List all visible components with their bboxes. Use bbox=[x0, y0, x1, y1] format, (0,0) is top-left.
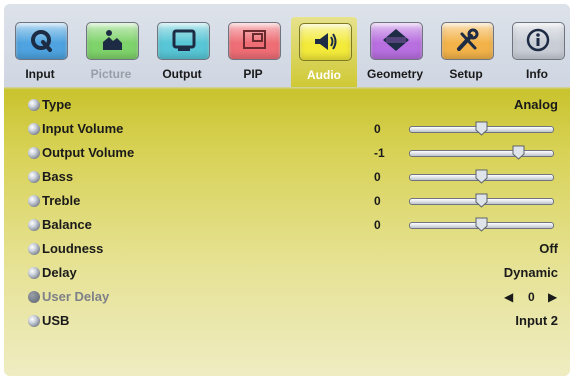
slider-track bbox=[409, 150, 554, 157]
tab-picture-label: Picture bbox=[90, 67, 132, 81]
tab-input[interactable]: Input bbox=[7, 16, 73, 84]
bullet-icon bbox=[28, 291, 40, 303]
tab-picture-box bbox=[86, 22, 139, 60]
setting-label: Output Volume bbox=[42, 145, 135, 160]
setting-treble[interactable]: Treble 0 bbox=[4, 190, 570, 212]
slider-thumb-icon[interactable] bbox=[475, 121, 488, 136]
setting-type[interactable]: Type Analog bbox=[4, 94, 570, 116]
bullet-icon bbox=[28, 195, 40, 207]
tab-pip-label: PIP bbox=[243, 67, 263, 81]
setting-label: User Delay bbox=[42, 289, 110, 304]
bullet-icon bbox=[28, 219, 40, 231]
picture-icon bbox=[103, 30, 122, 50]
setting-input-volume[interactable]: Input Volume 0 bbox=[4, 118, 570, 140]
output-icon bbox=[172, 29, 196, 51]
tab-info-label: Info bbox=[526, 67, 548, 81]
setting-output-volume[interactable]: Output Volume -1 bbox=[4, 142, 570, 164]
tab-audio-label: Audio bbox=[307, 68, 341, 82]
slider-thumb-icon[interactable] bbox=[475, 169, 488, 184]
tab-pip[interactable]: PIP bbox=[220, 16, 286, 84]
setting-label: Input Volume bbox=[42, 121, 124, 136]
menu-tab-bar: Input Picture Output PIP Audio Geometry … bbox=[4, 4, 570, 87]
stepper-value: 0 bbox=[528, 290, 535, 304]
setting-value: Input 2 bbox=[515, 313, 558, 328]
setting-label: Bass bbox=[42, 169, 74, 184]
tab-audio[interactable]: Audio bbox=[291, 17, 357, 87]
setting-label: Treble bbox=[42, 193, 81, 208]
setting-label: Type bbox=[42, 97, 72, 112]
setting-value: Analog bbox=[513, 97, 558, 112]
bullet-icon bbox=[28, 315, 40, 327]
audio-icon bbox=[315, 33, 337, 50]
info-icon bbox=[526, 28, 550, 52]
setting-number: -1 bbox=[374, 146, 385, 160]
tab-geometry-box bbox=[370, 22, 423, 60]
tab-info[interactable]: Info bbox=[504, 16, 570, 84]
pip-icon bbox=[243, 30, 266, 49]
tab-setup-box bbox=[441, 22, 494, 60]
tab-setup-label: Setup bbox=[449, 67, 483, 81]
setting-bass[interactable]: Bass 0 bbox=[4, 166, 570, 188]
decrement-arrow-icon[interactable]: ◀ bbox=[504, 290, 513, 304]
setting-delay[interactable]: Delay Dynamic bbox=[4, 262, 570, 284]
treble-slider[interactable] bbox=[409, 193, 554, 208]
setting-number: 0 bbox=[374, 122, 381, 136]
setting-label: USB bbox=[42, 313, 70, 328]
tab-output[interactable]: Output bbox=[149, 16, 215, 84]
setting-label: Delay bbox=[42, 265, 77, 280]
tab-input-label: Input bbox=[25, 67, 55, 81]
increment-arrow-icon[interactable]: ▶ bbox=[548, 290, 557, 304]
output-volume-slider[interactable] bbox=[409, 145, 554, 160]
input-volume-slider[interactable] bbox=[409, 121, 554, 136]
slider-thumb-icon[interactable] bbox=[475, 193, 488, 208]
bullet-icon bbox=[28, 123, 40, 135]
bass-slider[interactable] bbox=[409, 169, 554, 184]
bullet-icon bbox=[28, 171, 40, 183]
tab-output-box bbox=[157, 22, 210, 60]
bullet-icon bbox=[28, 147, 40, 159]
tab-geometry[interactable]: Geometry bbox=[362, 16, 428, 84]
tab-picture[interactable]: Picture bbox=[78, 16, 144, 84]
input-icon bbox=[31, 30, 52, 52]
setting-label: Loudness bbox=[42, 241, 104, 256]
setting-balance[interactable]: Balance 0 bbox=[4, 214, 570, 236]
bullet-icon bbox=[28, 243, 40, 255]
setting-label: Balance bbox=[42, 217, 92, 232]
tab-audio-box bbox=[299, 23, 352, 61]
setup-icon bbox=[457, 28, 479, 51]
tab-info-box bbox=[512, 22, 565, 60]
setting-user-delay[interactable]: User Delay ◀ 0 ▶ bbox=[4, 286, 570, 308]
tab-geometry-label: Geometry bbox=[366, 67, 424, 81]
setting-number: 0 bbox=[374, 218, 381, 232]
balance-slider[interactable] bbox=[409, 217, 554, 232]
slider-thumb-icon[interactable] bbox=[512, 145, 525, 160]
setting-loudness[interactable]: Loudness Off bbox=[4, 238, 570, 260]
setting-number: 0 bbox=[374, 170, 381, 184]
osd-menu-window: Input Picture Output PIP Audio Geometry … bbox=[4, 4, 570, 376]
tab-output-label: Output bbox=[162, 67, 202, 81]
setting-value: Dynamic bbox=[503, 265, 558, 280]
setting-value: Off bbox=[539, 241, 558, 256]
bullet-icon bbox=[28, 99, 40, 111]
bullet-icon bbox=[28, 267, 40, 279]
tab-setup[interactable]: Setup bbox=[433, 16, 499, 84]
geometry-icon bbox=[383, 29, 409, 51]
user-delay-stepper[interactable]: ◀ 0 ▶ bbox=[504, 290, 558, 306]
tab-input-box bbox=[15, 22, 68, 60]
slider-thumb-icon[interactable] bbox=[475, 217, 488, 232]
setting-usb[interactable]: USB Input 2 bbox=[4, 310, 570, 332]
tab-pip-box bbox=[228, 22, 281, 60]
setting-number: 0 bbox=[374, 194, 381, 208]
